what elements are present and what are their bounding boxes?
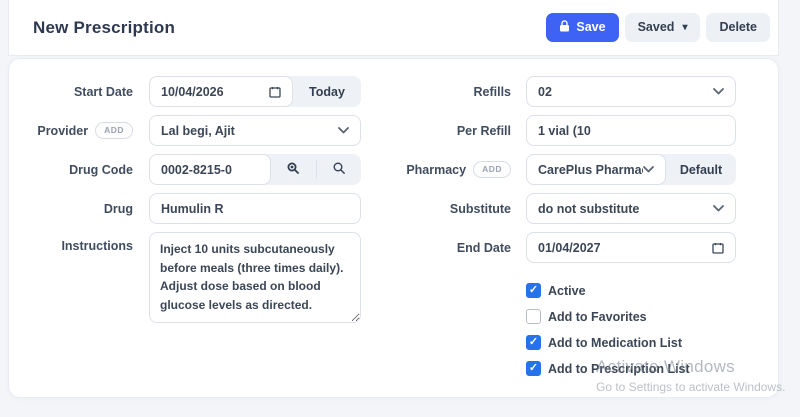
checkbox-group: ✓ Active ✓ Add to Favorites ✓ Add to Med… xyxy=(526,283,736,376)
search-filled-icon xyxy=(286,161,300,178)
check-icon: ✓ xyxy=(529,363,538,374)
checkbox-box[interactable]: ✓ xyxy=(526,283,541,298)
chevron-down-icon xyxy=(713,88,724,95)
per-refill-row: Per Refill 1 vial (10 xyxy=(394,115,736,146)
save-button-label: Save xyxy=(576,21,605,34)
checkbox-add-to-prescription-list[interactable]: ✓ Add to Prescription List xyxy=(526,361,736,376)
end-date-value: 01/04/2027 xyxy=(538,241,601,255)
caret-down-icon: ▾ xyxy=(682,23,687,33)
drug-value: Humulin R xyxy=(161,202,224,216)
drug-input[interactable]: Humulin R xyxy=(149,193,361,224)
page: New Prescription Save Saved ▾ Delete xyxy=(0,0,800,417)
drug-label: Drug xyxy=(9,202,133,216)
end-date-input[interactable]: 01/04/2027 xyxy=(526,232,736,263)
provider-select[interactable]: Lal begi, Ajit xyxy=(149,115,361,146)
pharmacy-select[interactable]: CarePlus Pharmacy - xyxy=(526,154,666,185)
per-refill-label: Per Refill xyxy=(394,124,511,138)
saved-button-label: Saved xyxy=(638,21,675,34)
end-date-label: End Date xyxy=(394,241,511,255)
toolbar: Save Saved ▾ Delete xyxy=(546,13,770,42)
today-button[interactable]: Today xyxy=(293,76,361,107)
provider-value: Lal begi, Ajit xyxy=(161,124,235,138)
drug-code-label: Drug Code xyxy=(9,163,133,177)
save-button[interactable]: Save xyxy=(546,13,618,42)
chevron-down-icon xyxy=(338,127,349,134)
instructions-row: Instructions Inject 10 units subcutaneou… xyxy=(9,232,361,328)
search-icon xyxy=(332,161,346,178)
drug-code-value: 0002-8215-0 xyxy=(161,163,232,177)
provider-row: Provider ADD Lal begi, Ajit xyxy=(9,115,361,146)
drug-search-button[interactable] xyxy=(317,154,362,185)
per-refill-input[interactable]: 1 vial (10 xyxy=(526,115,736,146)
checkbox-add-to-medication-list[interactable]: ✓ Add to Medication List xyxy=(526,335,736,350)
pharmacy-row: Pharmacy ADD CarePlus Pharmacy - Default xyxy=(394,154,736,185)
provider-add-badge[interactable]: ADD xyxy=(95,122,133,139)
drug-code-row: Drug Code 0002-8215-0 xyxy=(9,154,361,185)
chevron-down-icon xyxy=(643,166,654,173)
start-date-group: 10/04/2026 Today xyxy=(149,76,361,107)
prescription-form-card: Start Date 10/04/2026 Toda xyxy=(8,58,779,398)
instructions-label: Instructions xyxy=(9,232,133,253)
drug-code-input[interactable]: 0002-8215-0 xyxy=(149,154,271,185)
drug-code-group: 0002-8215-0 xyxy=(149,154,361,185)
lock-icon xyxy=(559,20,570,35)
checkbox-active[interactable]: ✓ Active xyxy=(526,283,736,298)
checkbox-box[interactable]: ✓ xyxy=(526,309,541,324)
provider-label: Provider xyxy=(37,124,88,138)
checkbox-add-to-favorites[interactable]: ✓ Add to Favorites xyxy=(526,309,736,324)
substitute-row: Substitute do not substitute xyxy=(394,193,736,224)
page-title: New Prescription xyxy=(33,18,175,38)
substitute-select[interactable]: do not substitute xyxy=(526,193,736,224)
pharmacy-label: Pharmacy xyxy=(406,163,466,177)
check-icon: ✓ xyxy=(529,285,538,296)
saved-dropdown-button[interactable]: Saved ▾ xyxy=(625,13,701,42)
pharmacy-add-badge[interactable]: ADD xyxy=(473,161,511,178)
pharmacy-value: CarePlus Pharmacy - xyxy=(538,163,643,177)
chevron-down-icon xyxy=(713,205,724,212)
pharmacy-group: CarePlus Pharmacy - Default xyxy=(526,154,736,185)
check-icon: ✓ xyxy=(529,337,538,348)
per-refill-value: 1 vial (10 xyxy=(538,124,591,138)
substitute-value: do not substitute xyxy=(538,202,639,216)
instructions-textarea[interactable]: Inject 10 units subcutaneously before me… xyxy=(149,232,361,323)
pharmacy-default-button[interactable]: Default xyxy=(666,154,736,185)
substitute-label: Substitute xyxy=(394,202,511,216)
calendar-icon[interactable] xyxy=(269,86,281,98)
refills-value: 02 xyxy=(538,85,552,99)
checkbox-box[interactable]: ✓ xyxy=(526,361,541,376)
start-date-row: Start Date 10/04/2026 Toda xyxy=(9,76,361,107)
refills-select[interactable]: 02 xyxy=(526,76,736,107)
start-date-value: 10/04/2026 xyxy=(161,85,224,99)
delete-button[interactable]: Delete xyxy=(706,13,770,42)
page-header: New Prescription Save Saved ▾ Delete xyxy=(8,0,779,56)
start-date-input[interactable]: 10/04/2026 xyxy=(149,76,293,107)
drug-row: Drug Humulin R xyxy=(9,193,361,224)
drug-lookup-button[interactable] xyxy=(271,154,316,185)
checkbox-box[interactable]: ✓ xyxy=(526,335,541,350)
start-date-label: Start Date xyxy=(9,85,133,99)
calendar-icon[interactable] xyxy=(712,242,724,254)
refills-row: Refills 02 xyxy=(394,76,736,107)
form-column-left: Start Date 10/04/2026 Toda xyxy=(9,76,361,397)
refills-label: Refills xyxy=(394,85,511,99)
form-column-right: Refills 02 Per Refill 1 vial (10 xyxy=(394,76,736,397)
end-date-row: End Date 01/04/2027 xyxy=(394,232,736,263)
